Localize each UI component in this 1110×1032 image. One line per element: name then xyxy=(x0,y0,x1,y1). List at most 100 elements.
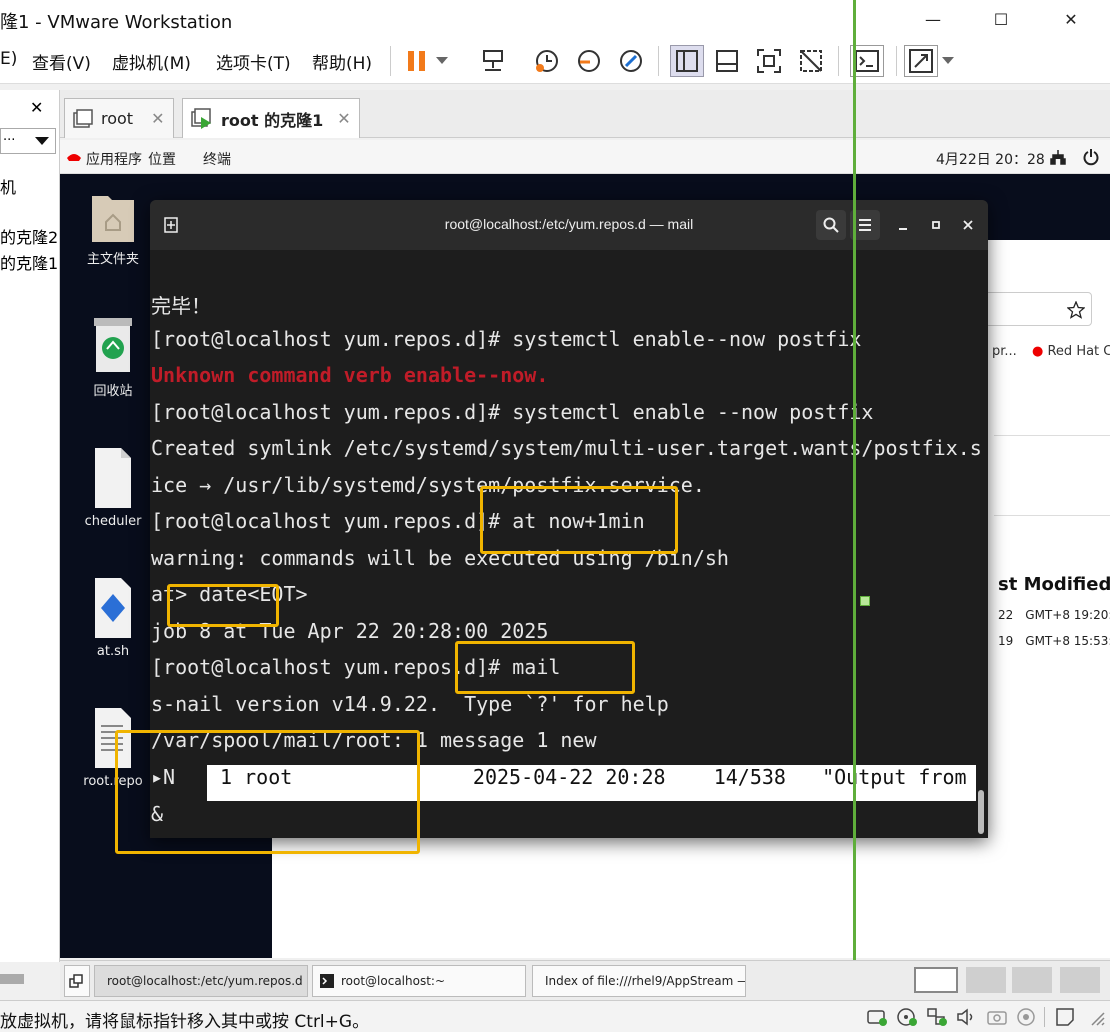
term-minimize-button[interactable] xyxy=(888,210,918,240)
star-icon[interactable] xyxy=(1067,301,1085,319)
tab-root[interactable]: root ✕ xyxy=(64,98,174,138)
desktop-icon-at-sh[interactable]: at.sh xyxy=(78,576,148,659)
highlight-box-at-command xyxy=(480,486,678,554)
menu-vm[interactable]: 虚拟机(M) xyxy=(112,49,191,74)
highlight-box-mail-message xyxy=(115,730,420,854)
search-button[interactable] xyxy=(816,210,846,240)
term-maximize-button[interactable] xyxy=(921,210,951,240)
hamburger-icon xyxy=(859,219,871,231)
resize-grip-icon[interactable] xyxy=(1086,1007,1106,1027)
toolbar-separator xyxy=(896,46,897,76)
toolbar-separator xyxy=(658,46,659,76)
workspace-1[interactable] xyxy=(914,967,958,993)
menu-tabs[interactable]: 选项卡(T) xyxy=(216,49,291,74)
places-menu[interactable]: 位置 xyxy=(148,149,176,169)
camera-icon[interactable] xyxy=(986,1007,1008,1027)
tab-close-button[interactable]: ✕ xyxy=(337,109,350,128)
menu-view[interactable]: 查看(V) xyxy=(32,49,91,74)
desktop-icon-scheduler[interactable]: cheduler xyxy=(78,446,148,529)
desktop-icon-trash[interactable]: 回收站 xyxy=(78,316,148,399)
unity-mode-icon[interactable] xyxy=(794,45,828,77)
status-message: 放虚拟机，请将鼠标指针移入其中或按 Ctrl+G。 xyxy=(0,1012,370,1032)
taskbar-item-label: root@localhost:/etc/yum.repos.d ··· xyxy=(107,974,308,988)
toolbar-separator xyxy=(390,46,391,76)
workspace-3[interactable] xyxy=(1012,967,1052,993)
menubar: E) 查看(V) 虚拟机(M) 选项卡(T) 帮助(H) xyxy=(0,38,1110,84)
vmware-status-bar: 放虚拟机，请将鼠标指针移入其中或按 Ctrl+G。 xyxy=(0,1000,1110,1032)
library-item[interactable]: 的克隆2 xyxy=(0,224,58,248)
chevron-down-icon[interactable] xyxy=(936,45,960,77)
column-header-last-modified[interactable]: st Modified xyxy=(998,574,1110,595)
menu-help[interactable]: 帮助(H) xyxy=(312,49,372,74)
vm-icon xyxy=(73,108,93,128)
message-log-icon[interactable] xyxy=(1054,1007,1076,1027)
network-icon[interactable] xyxy=(1050,149,1066,165)
maximize-button[interactable]: ☐ xyxy=(978,0,1024,38)
desktop-icon-home[interactable]: 主文件夹 xyxy=(78,188,148,267)
chevron-down-icon[interactable] xyxy=(430,45,454,77)
desktop-icon-label: 主文件夹 xyxy=(86,252,139,267)
thumbnail-bar-icon[interactable] xyxy=(710,45,744,77)
toolbar-separator xyxy=(838,46,839,76)
term-close-button[interactable] xyxy=(953,210,983,240)
menu-edit[interactable]: E) xyxy=(0,49,17,69)
close-button[interactable]: ✕ xyxy=(1048,0,1094,38)
clock[interactable]: 4月22日 20：28 xyxy=(936,149,1045,169)
gnome-top-bar: 应用程序 位置 终端 4月22日 20：28 xyxy=(60,140,1110,174)
vm-tab-bar: root ✕ root 的克隆1 ✕ xyxy=(60,90,1110,138)
snapshot-icon[interactable] xyxy=(530,45,564,77)
hard-disk-icon[interactable] xyxy=(866,1007,888,1027)
script-file-icon xyxy=(95,578,131,638)
divider xyxy=(994,435,1110,436)
applications-menu[interactable]: 应用程序 xyxy=(86,149,142,169)
guide-marker xyxy=(860,596,870,606)
snapshot-manager-icon[interactable] xyxy=(614,45,648,77)
stretch-guest-icon[interactable] xyxy=(904,45,938,77)
tab-label: root 的克隆1 xyxy=(221,110,324,130)
cell: 22 xyxy=(998,608,1014,622)
cell: GMT+8 15:53:5 xyxy=(1025,634,1110,648)
taskbar-item-firefox[interactable]: Index of file:///rhel9/AppStream —··· xyxy=(532,965,746,997)
revert-snapshot-icon[interactable] xyxy=(572,45,606,77)
divider xyxy=(994,515,1110,516)
bookmark-redhat[interactable]: ● Red Hat Cor xyxy=(1032,344,1110,359)
display-icon[interactable] xyxy=(1016,1007,1038,1027)
library-panel: ✕ ... 机 的克隆2 的克隆1 xyxy=(0,90,60,984)
home-folder-icon xyxy=(92,196,134,242)
tab-close-button[interactable]: ✕ xyxy=(151,109,164,128)
cell: 19 xyxy=(998,634,1014,648)
library-filter-dropdown[interactable]: ... xyxy=(0,128,56,154)
power-icon[interactable] xyxy=(1082,148,1100,166)
taskbar-item-terminal[interactable]: root@localhost:~ xyxy=(312,965,526,997)
network-adapter-icon[interactable] xyxy=(926,1007,948,1027)
bookmark-item[interactable]: pr... xyxy=(992,344,1017,359)
workspace-4[interactable] xyxy=(1060,967,1100,993)
terminal-scrollbar[interactable] xyxy=(978,790,984,834)
workspace-2[interactable] xyxy=(966,967,1006,993)
library-scrollbar[interactable] xyxy=(0,974,24,984)
show-desktop-icon xyxy=(69,974,83,988)
show-desktop-button[interactable] xyxy=(64,965,90,997)
search-icon xyxy=(823,217,839,233)
url-bar[interactable] xyxy=(972,292,1092,326)
library-item[interactable]: 的克隆1 xyxy=(0,250,58,274)
sound-card-icon[interactable] xyxy=(956,1007,978,1027)
highlight-box-mail xyxy=(455,641,635,694)
sidebar-view-icon[interactable] xyxy=(670,45,704,77)
dropdown-value: ... xyxy=(3,129,16,144)
redhat-icon xyxy=(67,154,81,161)
terminal-icon xyxy=(320,974,334,988)
minimize-button[interactable]: — xyxy=(910,0,956,38)
window-titlebar: 隆1 - VMware Workstation — ☐ ✕ xyxy=(0,0,1110,38)
terminal-app-menu[interactable]: 终端 xyxy=(203,149,231,169)
pause-icon[interactable] xyxy=(400,45,434,77)
bookmark-label: Red Hat Cor xyxy=(1047,344,1110,359)
library-item[interactable]: 机 xyxy=(0,174,16,198)
tab-root-clone1[interactable]: root 的克隆1 ✕ xyxy=(182,98,360,138)
library-close-button[interactable]: ✕ xyxy=(30,98,43,117)
cd-dvd-icon[interactable] xyxy=(896,1007,918,1027)
network-send-icon[interactable] xyxy=(476,45,510,77)
taskbar-item-terminal-active[interactable]: root@localhost:/etc/yum.repos.d ··· xyxy=(94,965,308,997)
table-row: 19 GMT+8 15:53:5 xyxy=(998,634,1110,648)
fullscreen-icon[interactable] xyxy=(752,45,786,77)
